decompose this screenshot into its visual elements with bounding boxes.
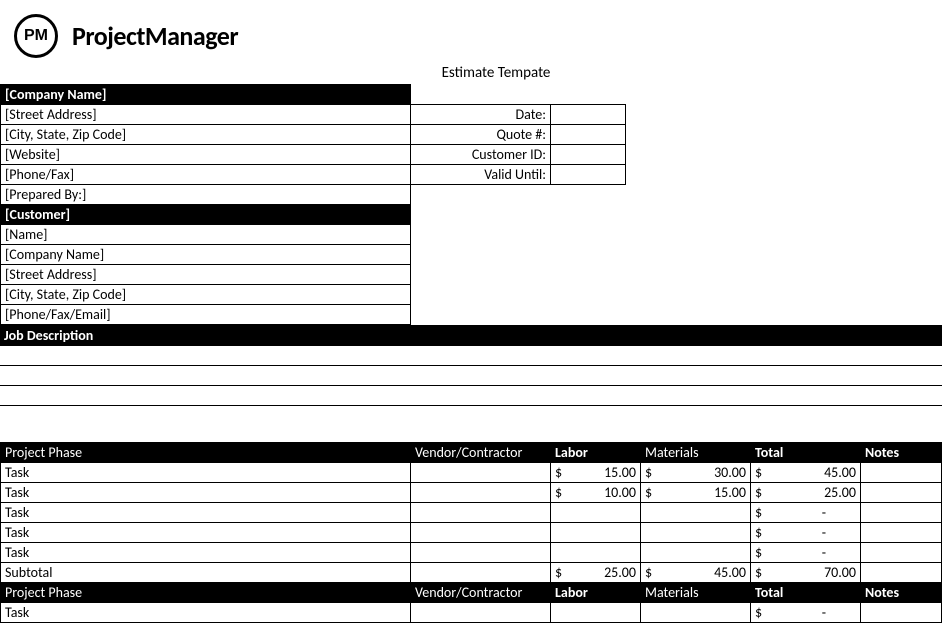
phase-table: Project Phase Vendor/Contractor Labor Ma… xyxy=(0,442,942,623)
jd-line[interactable] xyxy=(0,346,942,366)
total-cell[interactable]: $25.00 xyxy=(751,482,861,502)
col-notes: Notes xyxy=(861,582,942,602)
col-materials: Materials xyxy=(641,582,751,602)
total-cell[interactable]: $- xyxy=(751,502,861,522)
materials-cell[interactable] xyxy=(641,542,751,562)
vendor-cell[interactable] xyxy=(411,462,551,482)
vendor-cell[interactable] xyxy=(411,482,551,502)
total-cell[interactable]: $45.00 xyxy=(751,462,861,482)
company-meta-table: [Company Name] [Street Address] Date: [C… xyxy=(0,84,942,325)
vendor-cell[interactable] xyxy=(411,502,551,522)
materials-cell[interactable] xyxy=(641,602,751,622)
materials-subtotal: $45.00 xyxy=(641,562,751,582)
company-header: [Company Name] xyxy=(1,85,411,105)
table-row: Task $- xyxy=(1,602,942,622)
materials-cell[interactable] xyxy=(641,502,751,522)
company-city[interactable]: [City, State, Zip Code] xyxy=(1,125,411,145)
notes-cell xyxy=(861,562,942,582)
col-vendor: Vendor/Contractor xyxy=(411,582,551,602)
logo-icon: PM xyxy=(14,14,58,58)
task-cell[interactable]: Task xyxy=(1,502,411,522)
labor-cell[interactable]: $15.00 xyxy=(551,462,641,482)
date-label: Date: xyxy=(411,105,551,125)
valid-until-value[interactable] xyxy=(551,165,626,185)
col-labor: Labor xyxy=(551,582,641,602)
quote-label: Quote #: xyxy=(411,125,551,145)
notes-cell[interactable] xyxy=(861,502,942,522)
vendor-cell[interactable] xyxy=(411,542,551,562)
table-row: Task $- xyxy=(1,502,942,522)
table-row: Task $15.00 $30.00 $45.00 xyxy=(1,462,942,482)
total-cell[interactable]: $- xyxy=(751,542,861,562)
customer-name[interactable]: [Name] xyxy=(1,225,411,245)
labor-cell[interactable] xyxy=(551,542,641,562)
labor-cell[interactable] xyxy=(551,602,641,622)
date-value[interactable] xyxy=(551,105,626,125)
task-cell[interactable]: Task xyxy=(1,602,411,622)
total-cell[interactable]: $- xyxy=(751,522,861,542)
table-row: Task $10.00 $15.00 $25.00 xyxy=(1,482,942,502)
jd-line[interactable] xyxy=(0,386,942,406)
vendor-cell[interactable] xyxy=(411,522,551,542)
customer-city[interactable]: [City, State, Zip Code] xyxy=(1,285,411,305)
vendor-cell[interactable] xyxy=(411,602,551,622)
table-row: Task $- xyxy=(1,522,942,542)
job-description-table: Job Description xyxy=(0,325,942,345)
company-prepared-by[interactable]: [Prepared By:] xyxy=(1,185,411,205)
valid-until-label: Valid Until: xyxy=(411,165,551,185)
labor-subtotal: $25.00 xyxy=(551,562,641,582)
notes-cell[interactable] xyxy=(861,602,942,622)
notes-cell[interactable] xyxy=(861,542,942,562)
table-row: Task $- xyxy=(1,542,942,562)
subtotal-label: Subtotal xyxy=(1,562,411,582)
col-phase: Project Phase xyxy=(1,582,411,602)
customer-id-value[interactable] xyxy=(551,145,626,165)
job-description-header: Job Description xyxy=(0,325,942,345)
col-notes: Notes xyxy=(861,442,942,462)
quote-value[interactable] xyxy=(551,125,626,145)
company-phone[interactable]: [Phone/Fax] xyxy=(1,165,411,185)
customer-phone[interactable]: [Phone/Fax/Email] xyxy=(1,305,411,325)
labor-cell[interactable] xyxy=(551,522,641,542)
total-cell[interactable]: $- xyxy=(751,602,861,622)
col-phase: Project Phase xyxy=(1,442,411,462)
labor-cell[interactable]: $10.00 xyxy=(551,482,641,502)
customer-company[interactable]: [Company Name] xyxy=(1,245,411,265)
task-cell[interactable]: Task xyxy=(1,462,411,482)
col-vendor: Vendor/Contractor xyxy=(411,442,551,462)
materials-cell[interactable] xyxy=(641,522,751,542)
col-labor: Labor xyxy=(551,442,641,462)
company-website[interactable]: [Website] xyxy=(1,145,411,165)
customer-header: [Customer] xyxy=(1,205,411,225)
task-cell[interactable]: Task xyxy=(1,542,411,562)
notes-cell[interactable] xyxy=(861,482,942,502)
brand-header: PM ProjectManager xyxy=(0,0,942,64)
job-description-lines xyxy=(0,345,942,442)
task-cell[interactable]: Task xyxy=(1,522,411,542)
company-street[interactable]: [Street Address] xyxy=(1,105,411,125)
task-cell[interactable]: Task xyxy=(1,482,411,502)
vendor-cell xyxy=(411,562,551,582)
col-total: Total xyxy=(751,442,861,462)
col-materials: Materials xyxy=(641,442,751,462)
jd-line[interactable] xyxy=(0,366,942,386)
notes-cell[interactable] xyxy=(861,462,942,482)
notes-cell[interactable] xyxy=(861,522,942,542)
doc-title: Estimate Tempate xyxy=(0,64,942,82)
labor-cell[interactable] xyxy=(551,502,641,522)
materials-cell[interactable]: $30.00 xyxy=(641,462,751,482)
total-subtotal: $70.00 xyxy=(751,562,861,582)
materials-cell[interactable]: $15.00 xyxy=(641,482,751,502)
brand-name: ProjectManager xyxy=(72,20,238,52)
subtotal-row: Subtotal $25.00 $45.00 $70.00 xyxy=(1,562,942,582)
customer-street[interactable]: [Street Address] xyxy=(1,265,411,285)
col-total: Total xyxy=(751,582,861,602)
customer-id-label: Customer ID: xyxy=(411,145,551,165)
